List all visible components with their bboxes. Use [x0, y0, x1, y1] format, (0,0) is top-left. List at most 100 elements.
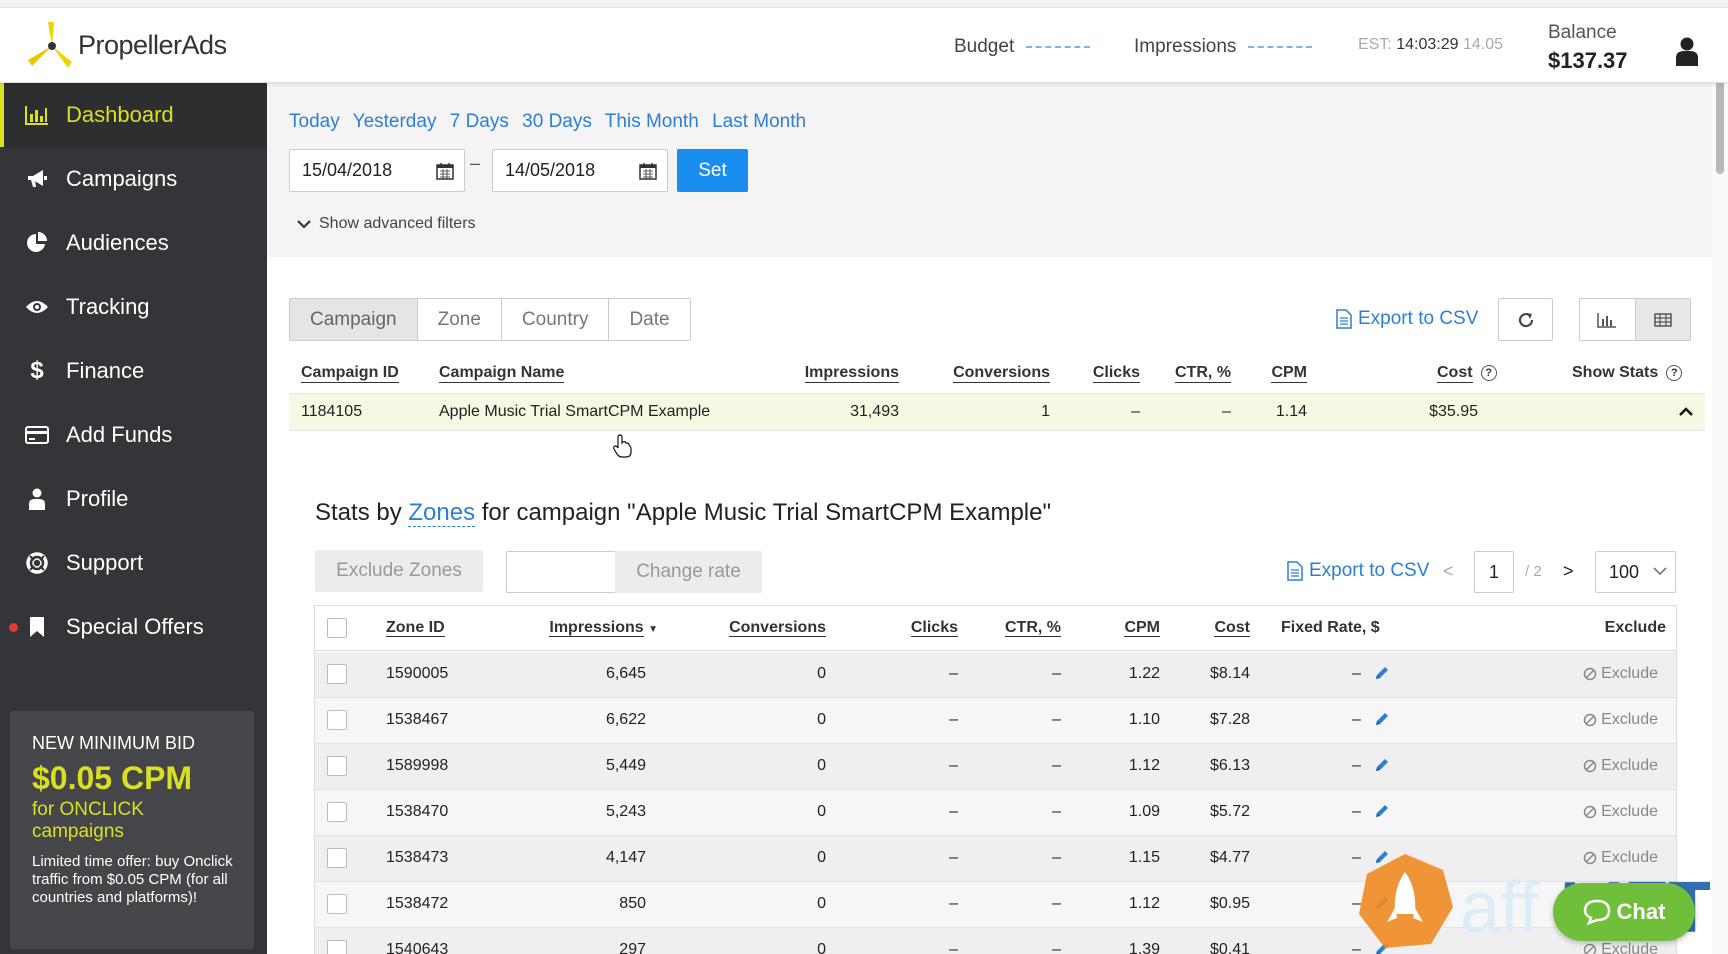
sidebar-item-tracking[interactable]: Tracking [0, 275, 267, 339]
zone-conversions: 0 [817, 895, 826, 912]
help-icon[interactable]: ? [1480, 365, 1497, 381]
col-impressions[interactable]: Impressions [804, 353, 899, 393]
sidebar-item-dashboard[interactable]: Dashboard [0, 83, 267, 147]
col-zone-impressions[interactable]: Impressions ▼ [549, 619, 658, 637]
calendar-icon[interactable] [639, 162, 657, 180]
col-campaign-id[interactable]: Campaign ID [301, 353, 399, 393]
date-from-input[interactable]: 15/04/2018 [289, 149, 465, 192]
help-icon[interactable]: ? [1666, 365, 1683, 381]
tab-country[interactable]: Country [501, 299, 610, 340]
chat-button[interactable]: Chat [1553, 883, 1695, 941]
show-advanced-filters[interactable]: Show advanced filters [297, 215, 476, 233]
row-checkbox[interactable] [327, 664, 347, 684]
edit-pencil-icon[interactable] [1374, 757, 1390, 773]
zone-cost: $0.95 [1209, 895, 1250, 912]
edit-pencil-icon[interactable] [1374, 895, 1390, 911]
zone-fixed-rate: – [1352, 711, 1361, 728]
rate-input[interactable] [506, 551, 616, 593]
set-date-button[interactable]: Set [677, 149, 748, 192]
export-csv-label: Export to CSV [1358, 308, 1479, 329]
page-number-input[interactable]: 1 [1474, 551, 1514, 593]
zone-row[interactable]: 1538473 4,147 0 – – 1.15 $4.77 – Exclude [315, 836, 1676, 882]
col-ctr[interactable]: CTR, % [1175, 353, 1231, 393]
zone-id: 1540643 [386, 941, 449, 954]
next-page-button[interactable]: > [1563, 561, 1574, 582]
exclude-zone-button[interactable]: Exclude [1583, 665, 1658, 683]
select-all-checkbox[interactable] [327, 618, 347, 638]
zone-row[interactable]: 15384728500––1.12$0.95–Exclude [315, 882, 1676, 928]
range-yesterday[interactable]: Yesterday [353, 111, 437, 132]
zone-row[interactable]: 1538470 5,243 0 – – 1.09 $5.72 – Exclude [315, 790, 1676, 836]
range-7-days[interactable]: 7 Days [450, 111, 509, 132]
zone-row[interactable]: 1590005 6,645 0 – – 1.22 $8.14 – Exclude [315, 652, 1676, 698]
col-zone-id[interactable]: Zone ID [386, 619, 445, 637]
range-30-days[interactable]: 30 Days [522, 111, 592, 132]
refresh-button[interactable] [1498, 298, 1553, 341]
change-rate-button[interactable]: Change rate [615, 551, 762, 593]
per-page-select[interactable]: 100 [1595, 551, 1676, 593]
col-zone-conversions[interactable]: Conversions [729, 619, 826, 637]
zone-row[interactable]: 1540643 297 0 – – 1.39 $0.41 – Exclude [315, 928, 1676, 954]
edit-pencil-icon[interactable] [1374, 665, 1390, 681]
exclude-zone-button[interactable]: Exclude [1583, 849, 1658, 867]
col-cost[interactable]: Cost? [1437, 353, 1497, 393]
edit-pencil-icon[interactable] [1374, 849, 1390, 865]
row-checkbox[interactable] [327, 894, 347, 914]
prev-page-button[interactable]: < [1443, 561, 1454, 582]
sidebar-item-support[interactable]: Support [0, 531, 267, 595]
zone-row[interactable]: 1589998 5,449 0 – – 1.12 $6.13 – Exclude [315, 744, 1676, 790]
campaign-name[interactable]: Apple Music Trial SmartCPM Example [439, 403, 710, 421]
user-account-icon[interactable] [1676, 36, 1698, 66]
col-zone-cpm[interactable]: CPM [1124, 619, 1160, 637]
range-last-month[interactable]: Last Month [712, 111, 806, 132]
sidebar-item-add-funds[interactable]: Add Funds [0, 403, 267, 467]
col-cpm[interactable]: CPM [1271, 353, 1307, 393]
zones-grouping-link[interactable]: Zones [408, 499, 476, 527]
row-checkbox[interactable] [327, 940, 347, 954]
tab-zone[interactable]: Zone [417, 299, 502, 340]
sidebar-item-finance[interactable]: $ Finance [0, 339, 267, 403]
edit-pencil-icon[interactable] [1374, 803, 1390, 819]
sidebar-item-special-offers[interactable]: Special Offers [0, 595, 267, 659]
range-today[interactable]: Today [289, 111, 340, 132]
export-csv-link[interactable]: Export to CSV [1336, 308, 1478, 330]
chevron-up-icon[interactable] [1679, 407, 1693, 417]
col-zone-clicks[interactable]: Clicks [910, 619, 958, 637]
col-zone-ctr[interactable]: CTR, % [1005, 619, 1061, 637]
exclude-zone-button[interactable]: Exclude [1583, 803, 1658, 821]
exclude-zone-button[interactable]: Exclude [1583, 757, 1658, 775]
zone-row[interactable]: 1538467 6,622 0 – – 1.10 $7.28 – Exclude [315, 698, 1676, 744]
date-to-input[interactable]: 14/05/2018 [492, 149, 668, 192]
logo[interactable]: PropellerAds [26, 18, 227, 72]
chevron-down-icon [297, 220, 311, 229]
est-time: 14:03:29 [1396, 36, 1459, 53]
sidebar-item-profile[interactable]: Profile [0, 467, 267, 531]
row-checkbox[interactable] [327, 802, 347, 822]
promo-banner[interactable]: NEW MINIMUM BID $0.05 CPM for ONCLICK ca… [10, 711, 254, 949]
edit-pencil-icon[interactable] [1374, 711, 1390, 727]
row-checkbox[interactable] [327, 756, 347, 776]
col-conversions[interactable]: Conversions [953, 353, 1050, 393]
tab-date[interactable]: Date [609, 299, 690, 340]
zone-fixed-rate: – [1352, 757, 1361, 774]
campaign-row[interactable]: 1184105 Apple Music Trial SmartCPM Examp… [289, 393, 1705, 431]
table-view-button[interactable] [1634, 299, 1690, 340]
tab-campaign[interactable]: Campaign [290, 299, 418, 340]
table-icon [1654, 312, 1672, 327]
col-campaign-name[interactable]: Campaign Name [439, 353, 565, 393]
exclude-zones-button[interactable]: Exclude Zones [315, 550, 483, 592]
chart-view-button[interactable] [1580, 299, 1635, 340]
calendar-icon[interactable] [436, 162, 454, 180]
sidebar-item-audiences[interactable]: Audiences [0, 211, 267, 275]
zone-impressions: 850 [619, 895, 646, 912]
exclude-zone-button[interactable]: Exclude [1583, 711, 1658, 729]
edit-pencil-icon[interactable] [1374, 941, 1390, 954]
row-checkbox[interactable] [327, 848, 347, 868]
sidebar-item-campaigns[interactable]: Campaigns [0, 147, 267, 211]
range-this-month[interactable]: This Month [605, 111, 699, 132]
exclude-zone-button[interactable]: Exclude [1583, 941, 1658, 954]
col-clicks[interactable]: Clicks [1092, 353, 1140, 393]
col-zone-cost[interactable]: Cost [1214, 619, 1250, 637]
export-zones-csv-link[interactable]: Export to CSV [1287, 560, 1429, 582]
row-checkbox[interactable] [327, 710, 347, 730]
